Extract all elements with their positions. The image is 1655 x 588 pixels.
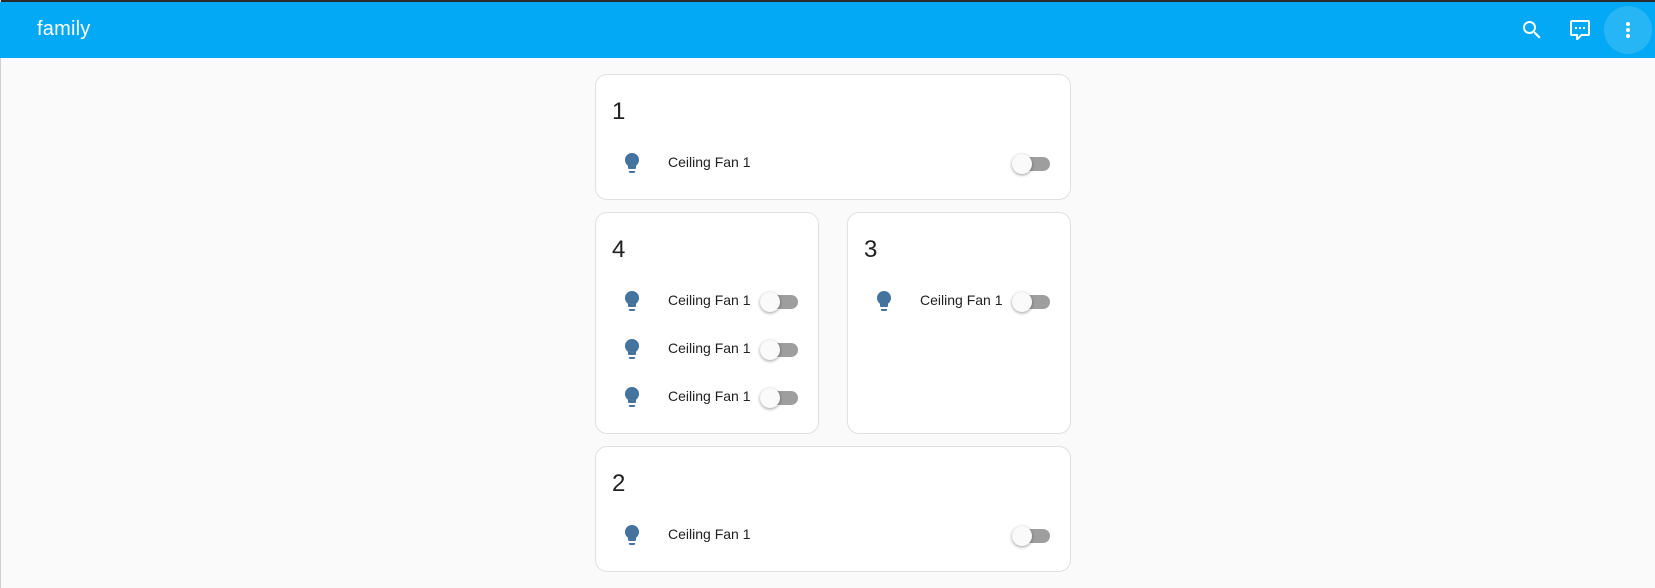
entities-card: 4 Ceiling Fan 1 Ceiling Fan 1 Ceiling Fa…: [595, 212, 819, 434]
card-title: 2: [612, 470, 626, 497]
search-button[interactable]: [1508, 6, 1556, 54]
page-title: family: [37, 18, 91, 40]
entity-row[interactable]: Ceiling Fan 1: [596, 143, 1070, 183]
entity-name[interactable]: Ceiling Fan 1: [668, 526, 751, 542]
entity-toggle[interactable]: [760, 340, 798, 360]
entity-toggle[interactable]: [760, 388, 798, 408]
entity-name[interactable]: Ceiling Fan 1: [668, 292, 751, 308]
entity-toggle[interactable]: [1012, 292, 1050, 312]
toggle-thumb: [760, 388, 780, 408]
toggle-thumb: [760, 292, 780, 312]
chat-icon: [1570, 20, 1590, 40]
lightbulb-icon: [620, 151, 644, 175]
entity-row[interactable]: Ceiling Fan 1: [596, 377, 818, 417]
entity-name[interactable]: Ceiling Fan 1: [920, 292, 1003, 308]
card-title: 3: [864, 236, 878, 263]
entity-row[interactable]: Ceiling Fan 1: [596, 281, 818, 321]
entities-card: 1 Ceiling Fan 1: [595, 74, 1071, 200]
lightbulb-icon: [620, 337, 644, 361]
lightbulb-icon: [620, 523, 644, 547]
lightbulb-icon: [620, 289, 644, 313]
toggle-thumb: [1012, 292, 1032, 312]
entity-toggle[interactable]: [1012, 154, 1050, 174]
overflow-menu-button[interactable]: [1604, 6, 1652, 54]
entities-card: 3 Ceiling Fan 1: [847, 212, 1071, 434]
entity-name[interactable]: Ceiling Fan 1: [668, 154, 751, 170]
entity-toggle[interactable]: [760, 292, 798, 312]
toggle-thumb: [1012, 526, 1032, 546]
lightbulb-icon: [620, 385, 644, 409]
card-title: 1: [612, 98, 626, 125]
entity-row[interactable]: Ceiling Fan 1: [848, 281, 1070, 321]
app-header: family: [0, 2, 1655, 58]
entities-card: 2 Ceiling Fan 1: [595, 446, 1071, 572]
more-vertical-icon: [1626, 22, 1630, 38]
search-icon: [1523, 21, 1541, 39]
entity-name[interactable]: Ceiling Fan 1: [668, 388, 751, 404]
entity-row[interactable]: Ceiling Fan 1: [596, 515, 1070, 555]
entity-toggle[interactable]: [1012, 526, 1050, 546]
lightbulb-icon: [872, 289, 896, 313]
assist-button[interactable]: [1556, 6, 1604, 54]
entity-name[interactable]: Ceiling Fan 1: [668, 340, 751, 356]
entity-row[interactable]: Ceiling Fan 1: [596, 329, 818, 369]
card-title: 4: [612, 236, 626, 263]
window-left-border: [0, 0, 1, 588]
toggle-thumb: [1012, 154, 1032, 174]
toggle-thumb: [760, 340, 780, 360]
